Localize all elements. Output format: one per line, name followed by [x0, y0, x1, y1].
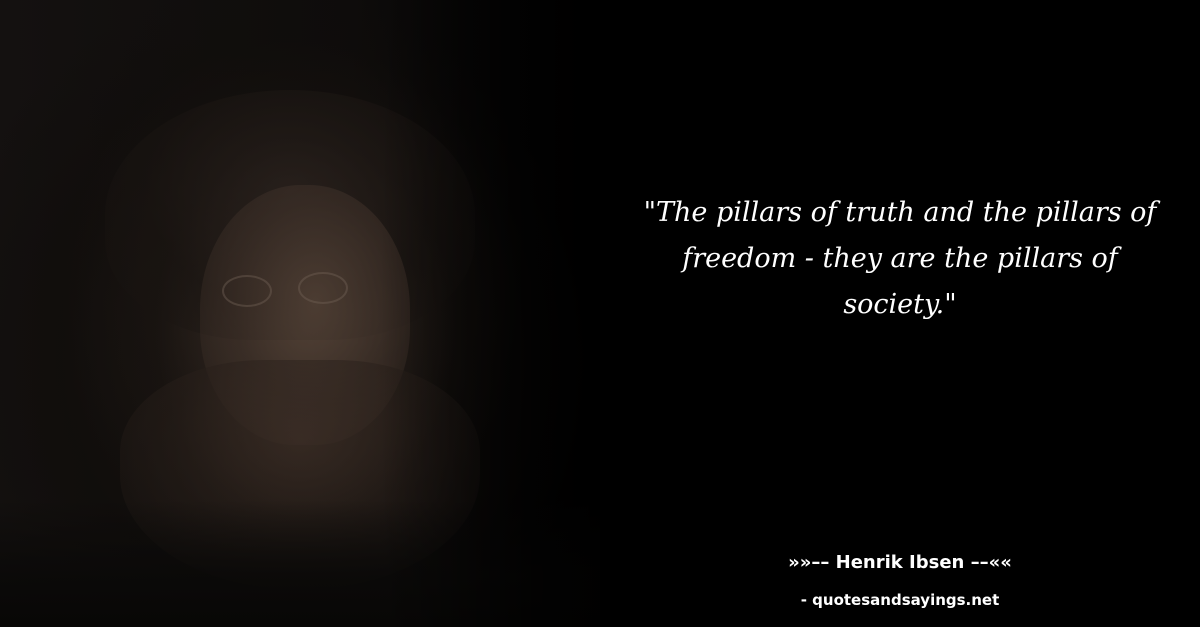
quote-text: "The pillars of truth and the pillars of…: [643, 197, 1157, 320]
portrait-glasses-left: [222, 275, 272, 307]
quote-card: "The pillars of truth and the pillars of…: [0, 0, 1200, 627]
source-attribution: - quotesandsayings.net: [800, 591, 1000, 609]
portrait-glasses-right: [298, 272, 348, 304]
portrait-fade-overlay: [380, 0, 660, 627]
author-name: »»–– Henrik Ibsen ––««: [788, 552, 1012, 573]
